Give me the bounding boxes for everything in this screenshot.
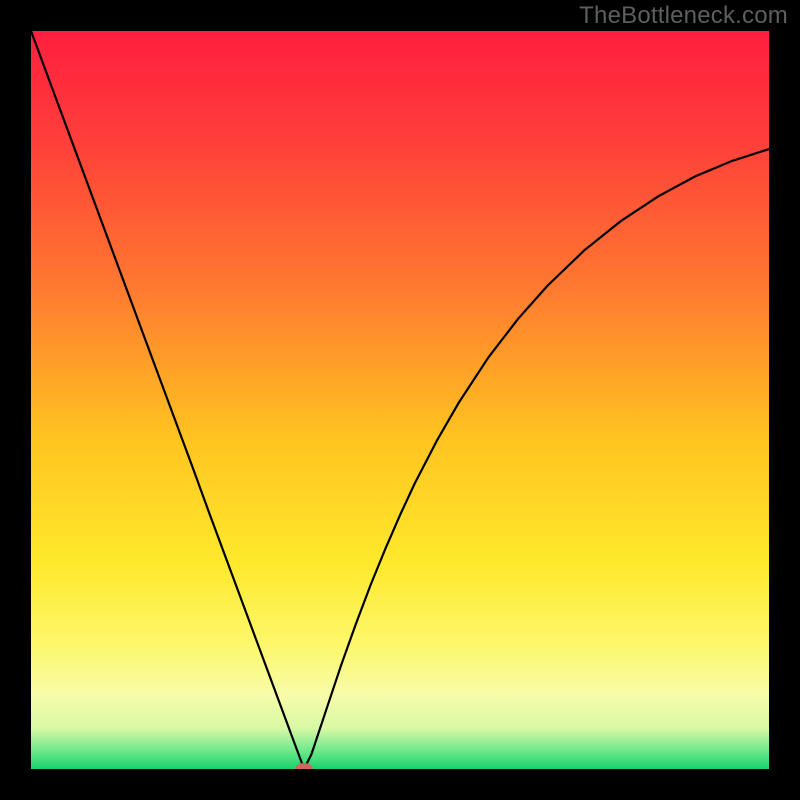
plot-svg bbox=[31, 31, 769, 769]
gradient-background bbox=[31, 31, 769, 769]
chart-frame: TheBottleneck.com bbox=[0, 0, 800, 800]
plot-area bbox=[31, 31, 769, 769]
watermark-text: TheBottleneck.com bbox=[579, 2, 788, 30]
